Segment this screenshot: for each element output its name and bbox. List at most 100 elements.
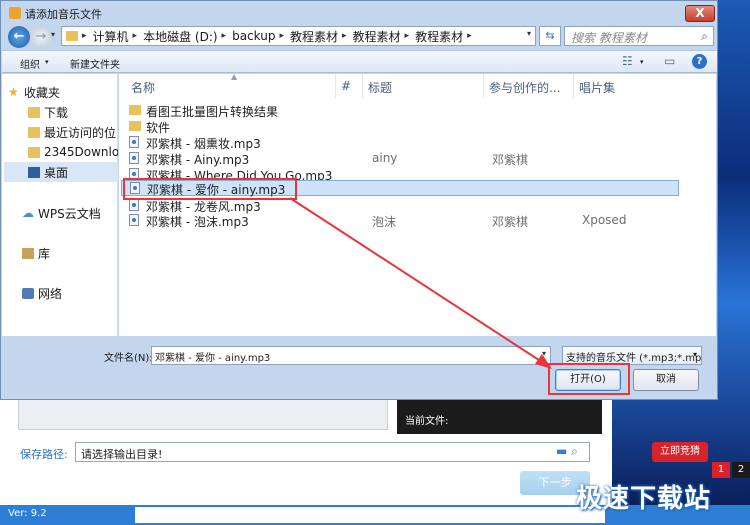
nav-library[interactable]: 库 [22, 243, 118, 263]
refresh-icon[interactable]: ⇆ [539, 26, 561, 46]
file-list: ▲ 名称 # 标题 参与创作的... 唱片集 看图王批量图片转换结果 软件 邓紫… [119, 72, 716, 336]
nav-recent[interactable]: 最近访问的位 [28, 122, 118, 142]
preview-pane-icon[interactable]: ▭ [664, 54, 675, 68]
breadcrumb-folder-3[interactable]: 教程素材 [415, 28, 463, 45]
breadcrumb-folder-2[interactable]: 教程素材 [353, 28, 401, 45]
search-icon[interactable]: ⌕ [701, 29, 708, 44]
file-name: 邓紫棋 - 爱你 - ainy.mp3 [147, 183, 286, 197]
nav-label: 桌面 [44, 165, 69, 180]
filename-label: 文件名(N): [104, 353, 153, 364]
column-header-title[interactable]: 标题 [363, 74, 484, 98]
folder-icon [28, 146, 40, 158]
save-path-label: 保存路径: [20, 448, 68, 461]
list-item[interactable]: 邓紫棋 - 烟熏妆.mp3 [119, 134, 679, 151]
site-watermark: 极速下载站 [576, 484, 712, 514]
nav-desktop[interactable]: 桌面 [4, 162, 118, 182]
background-file-list-box [18, 400, 388, 430]
nav-label: 网络 [38, 286, 63, 301]
back-arrow-icon[interactable]: ← [8, 26, 30, 48]
help-icon[interactable]: ? [692, 54, 707, 69]
audio-file-icon [129, 152, 139, 164]
close-button[interactable]: X [685, 5, 715, 22]
nav-network[interactable]: 网络 [22, 283, 118, 303]
file-type-chevron-icon: ▾ [692, 350, 697, 359]
list-item[interactable]: 看图王批量图片转换结果 [119, 102, 679, 119]
list-item[interactable]: 软件 [119, 118, 679, 135]
view-chevron-icon[interactable]: ▾ [640, 58, 644, 66]
cancel-button[interactable]: 取消 [633, 369, 699, 391]
recent-locations-chevron-icon[interactable]: ▾ [51, 30, 55, 39]
breadcrumb-computer[interactable]: 计算机 [93, 28, 129, 45]
forward-arrow-icon[interactable]: → [30, 26, 52, 48]
file-type-value: 支持的音乐文件 (*.mp3;*.mp2 [566, 353, 702, 364]
library-icon [22, 247, 34, 259]
folder-icon [28, 106, 40, 118]
address-dropdown-chevron-icon[interactable]: ▾ [527, 29, 531, 38]
nav-label: WPS云文档 [38, 206, 101, 221]
open-button[interactable]: 打开(O) [555, 369, 621, 391]
folder-icon [129, 121, 141, 131]
breadcrumb-chevron-icon[interactable]: ▸ [342, 31, 347, 41]
audio-file-icon [129, 214, 139, 226]
nav-downloads[interactable]: 下载 [28, 102, 118, 122]
dialog-titlebar: 请添加音乐文件 X [1, 1, 717, 25]
star-icon: ★ [8, 85, 19, 99]
browse-folder-icon[interactable]: ▬ ⌕ [556, 444, 590, 460]
ad-guess-button[interactable]: 立即竞猜 [652, 442, 708, 462]
breadcrumb-drive[interactable]: 本地磁盘 (D:) [143, 28, 217, 45]
nav-label: 下载 [44, 105, 69, 120]
breadcrumb-chevron-icon[interactable]: ▸ [133, 31, 138, 41]
current-file-panel: 当前文件: [397, 400, 602, 434]
organize-chevron-icon[interactable]: ▾ [45, 58, 49, 66]
nav-label: 收藏夹 [24, 85, 61, 100]
column-header-number[interactable]: # [336, 74, 363, 98]
breadcrumb-chevron-icon[interactable]: ▸ [467, 31, 472, 41]
nav-wps-cloud[interactable]: ☁ WPS云文档 [22, 203, 118, 223]
app-icon [9, 7, 21, 19]
breadcrumb-chevron-icon[interactable]: ▸ [82, 31, 87, 41]
file-type-select[interactable]: 支持的音乐文件 (*.mp3;*.mp2 ▾ [562, 346, 702, 365]
list-item[interactable]: 邓紫棋 - 龙卷风.mp3 [119, 197, 679, 214]
breadcrumb-chevron-icon[interactable]: ▸ [405, 31, 410, 41]
column-header-artist[interactable]: 参与创作的... [484, 74, 574, 98]
save-path-input[interactable]: 请选择输出目录! [75, 442, 590, 462]
list-item-selected[interactable]: 邓紫棋 - 爱你 - ainy.mp3 [121, 180, 679, 197]
list-item[interactable]: 邓紫棋 - 泡沫.mp3 泡沫 邓紫棋 Xposed [119, 212, 679, 229]
column-header-album[interactable]: 唱片集 [574, 74, 674, 98]
file-album: Xposed [582, 213, 627, 227]
nav-2345downloads[interactable]: 2345Downlo [28, 142, 118, 162]
folder-icon [129, 105, 141, 115]
nav-label: 最近访问的位 [44, 125, 117, 140]
list-item[interactable]: 邓紫棋 - Ainy.mp3 ainy 邓紫棋 [119, 150, 679, 167]
filename-dropdown-chevron-icon[interactable]: ▾ [542, 349, 546, 358]
folder-icon [28, 126, 40, 138]
ad-page-1[interactable]: 1 [712, 462, 730, 478]
network-icon [22, 287, 34, 299]
breadcrumb-chevron-icon[interactable]: ▸ [279, 31, 284, 41]
address-bar[interactable]: ▸ 计算机 ▸ 本地磁盘 (D:) ▸ backup ▸ 教程素材 ▸ 教程素材… [61, 26, 536, 46]
search-input[interactable]: 搜索 教程素材 ⌕ [564, 26, 714, 46]
folder-icon [66, 31, 78, 41]
current-file-label: 当前文件: [405, 416, 449, 427]
file-artist: 邓紫棋 [492, 215, 529, 229]
file-title: 泡沫 [372, 215, 397, 229]
version-label: Ver: 9.2 [8, 508, 47, 519]
dialog-title: 请添加音乐文件 [25, 8, 102, 21]
audio-file-icon [130, 182, 140, 194]
filename-input[interactable]: 邓紫棋 - 爱你 - ainy.mp3 ▾ [151, 346, 551, 365]
nav-favorites[interactable]: ★ 收藏夹 [8, 82, 124, 102]
column-header-name[interactable]: 名称 [126, 74, 336, 98]
view-options-icon[interactable]: ☷ [622, 54, 633, 68]
navigation-pane: ★ 收藏夹 下载 最近访问的位 2345Downlo 桌面 ☁ WPS云文档 库 [2, 74, 118, 336]
breadcrumb-folder-1[interactable]: 教程素材 [290, 28, 338, 45]
breadcrumb-chevron-icon[interactable]: ▸ [222, 31, 227, 41]
ad-page-2[interactable]: 2 [732, 462, 750, 478]
new-folder-button[interactable]: 新建文件夹 [70, 56, 120, 71]
audio-file-icon [129, 168, 139, 180]
status-progress-area [135, 507, 605, 523]
breadcrumb-backup[interactable]: backup [232, 29, 275, 43]
organize-menu[interactable]: 组织 [20, 56, 40, 71]
audio-file-icon [129, 199, 139, 211]
file-title: ainy [372, 151, 398, 165]
file-name: 邓紫棋 - 泡沫.mp3 [146, 215, 249, 229]
